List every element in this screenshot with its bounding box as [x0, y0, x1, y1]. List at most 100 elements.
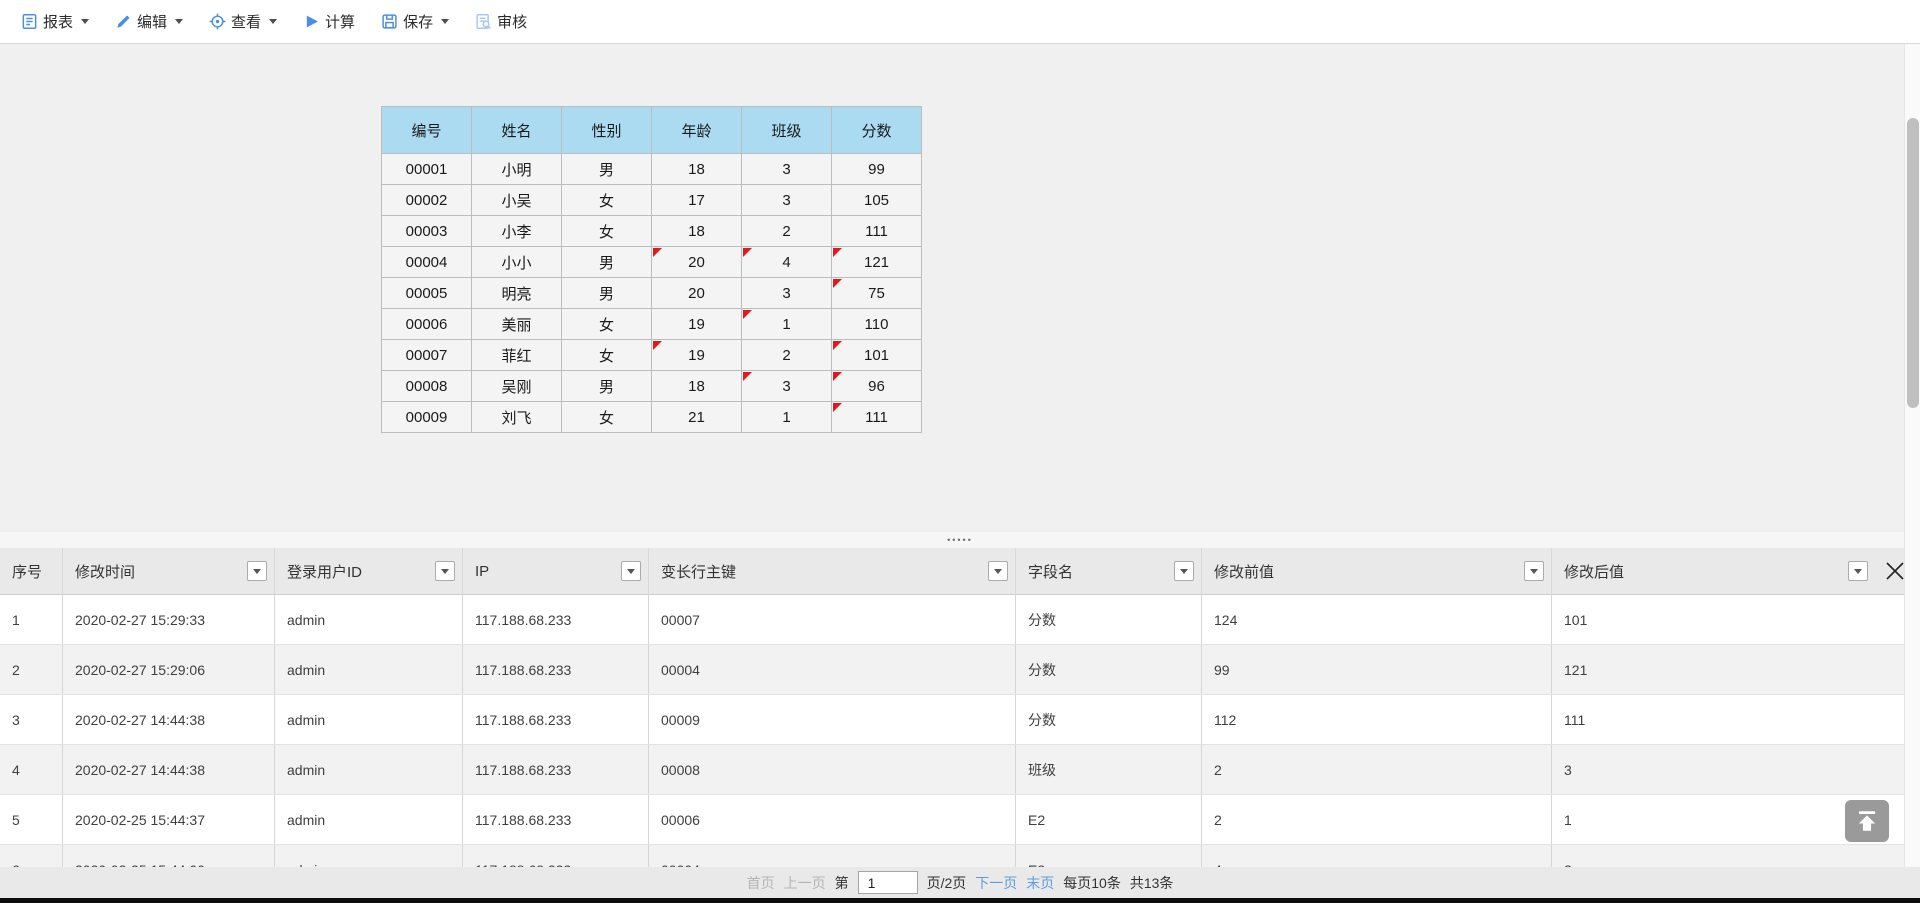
splitter-handle[interactable]: ••••• [0, 532, 1920, 548]
report-cell[interactable]: 2 [742, 216, 832, 247]
report-cell[interactable]: 女 [562, 402, 652, 433]
report-cell[interactable]: 3 [742, 185, 832, 216]
prev-page-link[interactable]: 上一页 [784, 873, 826, 893]
report-cell[interactable]: 96 [832, 371, 922, 402]
scrollbar-thumb[interactable] [1907, 118, 1919, 408]
report-cell[interactable]: 18 [652, 154, 742, 185]
report-cell[interactable]: 女 [562, 309, 652, 340]
report-cell[interactable]: 1 [742, 309, 832, 340]
first-page-link[interactable]: 首页 [747, 873, 775, 893]
toolbar-button-audit[interactable]: 审核 [462, 5, 540, 39]
log-table-header: 序号 修改时间 登录用户ID IP 变长行主键 字段名 修改前值 修改后值 [0, 548, 1920, 595]
report-cell[interactable]: 小小 [472, 247, 562, 278]
report-cell[interactable]: 男 [562, 154, 652, 185]
report-cell[interactable]: 00007 [382, 340, 472, 371]
column-filter-button[interactable] [1848, 561, 1868, 581]
report-cell[interactable]: 菲红 [472, 340, 562, 371]
log-cell: 分数 [1016, 695, 1202, 744]
report-cell[interactable]: 女 [562, 216, 652, 247]
report-cell[interactable]: 00002 [382, 185, 472, 216]
toolbar-button-edit[interactable]: 编辑 [102, 5, 196, 39]
column-filter-button[interactable] [1174, 561, 1194, 581]
report-cell[interactable]: 3 [742, 371, 832, 402]
log-cell: 1 [0, 595, 63, 644]
report-cell[interactable]: 男 [562, 247, 652, 278]
report-cell[interactable]: 美丽 [472, 309, 562, 340]
report-cell[interactable]: 101 [832, 340, 922, 371]
log-cell: admin [275, 795, 463, 844]
log-header-cell: 变长行主键 [649, 548, 1016, 594]
page-number-input[interactable] [858, 871, 918, 894]
log-header-cell: IP [463, 548, 649, 594]
page-size-label: 每页10条 [1063, 873, 1121, 893]
report-cell[interactable]: 4 [742, 247, 832, 278]
report-cell[interactable]: 18 [652, 371, 742, 402]
report-cell[interactable]: 75 [832, 278, 922, 309]
last-page-link[interactable]: 末页 [1026, 873, 1054, 893]
report-canvas: 编号 姓名 性别 年龄 班级 分数 00001 小明 男 18 3 99 000… [0, 44, 1904, 532]
report-cell[interactable]: 19 [652, 309, 742, 340]
report-cell[interactable]: 男 [562, 278, 652, 309]
report-cell[interactable]: 3 [742, 154, 832, 185]
toolbar-button-calculate[interactable]: 计算 [290, 5, 368, 39]
report-cell[interactable]: 00003 [382, 216, 472, 247]
report-cell[interactable]: 明亮 [472, 278, 562, 309]
close-icon[interactable] [1884, 560, 1906, 582]
toolbar-button-view[interactable]: 查看 [196, 5, 290, 39]
report-table-row: 00005 明亮 男 20 3 75 [382, 278, 922, 309]
report-cell[interactable]: 小吴 [472, 185, 562, 216]
report-cell[interactable]: 20 [652, 278, 742, 309]
report-cell[interactable]: 女 [562, 185, 652, 216]
report-cell[interactable]: 男 [562, 371, 652, 402]
report-cell[interactable]: 刘飞 [472, 402, 562, 433]
log-cell: 2020-02-25 15:44:00 [63, 845, 275, 867]
dropdown-caret-icon [81, 19, 89, 24]
report-cell[interactable]: 111 [832, 402, 922, 433]
report-cell[interactable]: 111 [832, 216, 922, 247]
log-cell: 00007 [649, 595, 1016, 644]
filter-caret-icon [441, 569, 449, 574]
column-filter-button[interactable] [435, 561, 455, 581]
calculate-play-icon [303, 13, 320, 30]
log-header-cell: 修改后值 [1552, 548, 1920, 594]
filter-caret-icon [1530, 569, 1538, 574]
report-cell[interactable]: 2 [742, 340, 832, 371]
report-cell[interactable]: 女 [562, 340, 652, 371]
report-cell[interactable]: 小明 [472, 154, 562, 185]
report-cell[interactable]: 21 [652, 402, 742, 433]
report-cell[interactable]: 19 [652, 340, 742, 371]
report-cell[interactable]: 1 [742, 402, 832, 433]
vertical-scrollbar[interactable] [1904, 44, 1920, 867]
report-cell[interactable]: 20 [652, 247, 742, 278]
column-filter-button[interactable] [988, 561, 1008, 581]
report-cell[interactable]: 3 [742, 278, 832, 309]
audit-icon [475, 13, 492, 30]
log-cell: 3 [1552, 745, 1920, 794]
report-cell[interactable]: 00004 [382, 247, 472, 278]
report-cell[interactable]: 18 [652, 216, 742, 247]
report-cell[interactable]: 00001 [382, 154, 472, 185]
report-cell[interactable]: 吴刚 [472, 371, 562, 402]
column-filter-button[interactable] [247, 561, 267, 581]
column-filter-button[interactable] [1524, 561, 1544, 581]
log-row: 3 2020-02-27 14:44:38 admin 117.188.68.2… [0, 695, 1920, 745]
report-cell[interactable]: 110 [832, 309, 922, 340]
report-cell[interactable]: 00008 [382, 371, 472, 402]
report-cell[interactable]: 99 [832, 154, 922, 185]
report-cell[interactable]: 17 [652, 185, 742, 216]
report-header-cell: 分数 [832, 107, 922, 154]
log-row: 2 2020-02-27 15:29:06 admin 117.188.68.2… [0, 645, 1920, 695]
dropdown-caret-icon [175, 19, 183, 24]
column-label: IP [475, 563, 489, 580]
report-cell[interactable]: 121 [832, 247, 922, 278]
report-cell[interactable]: 00005 [382, 278, 472, 309]
toolbar-button-save[interactable]: 保存 [368, 5, 462, 39]
toolbar-button-report[interactable]: 报表 [8, 5, 102, 39]
report-cell[interactable]: 小李 [472, 216, 562, 247]
column-filter-button[interactable] [621, 561, 641, 581]
back-to-top-button[interactable] [1845, 800, 1889, 842]
next-page-link[interactable]: 下一页 [975, 873, 1017, 893]
report-cell[interactable]: 00006 [382, 309, 472, 340]
report-cell[interactable]: 105 [832, 185, 922, 216]
report-cell[interactable]: 00009 [382, 402, 472, 433]
